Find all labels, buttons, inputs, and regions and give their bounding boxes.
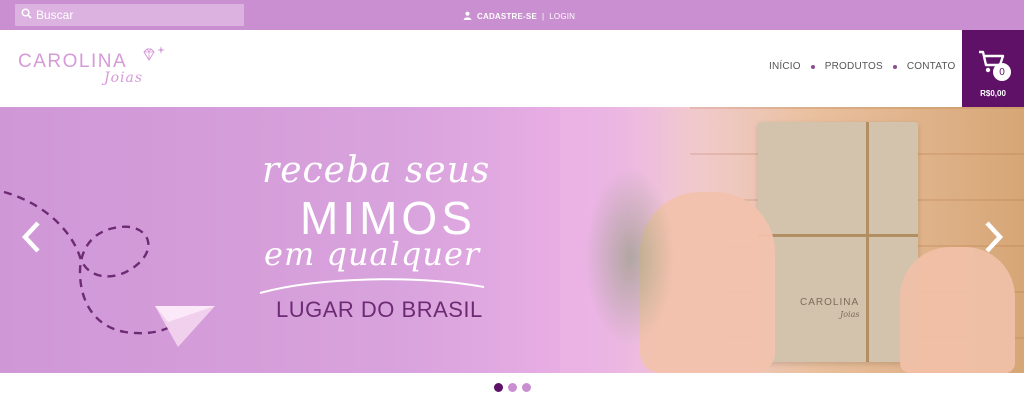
twine-vertical bbox=[866, 122, 869, 362]
headline-underline-swash bbox=[259, 278, 485, 294]
hero-slider[interactable]: CAROLINA Joias receba seus MIMOS em qual… bbox=[0, 107, 1024, 373]
slider-dot-2[interactable] bbox=[508, 383, 517, 392]
headline-line1: receba seus bbox=[262, 150, 491, 191]
slider-dot-3[interactable] bbox=[522, 383, 531, 392]
nav-separator-dot bbox=[892, 64, 897, 69]
nav-separator-dot bbox=[810, 64, 815, 69]
logo-subtitle: Joias bbox=[104, 70, 144, 86]
logo[interactable]: CAROLINA Joias bbox=[16, 42, 168, 98]
nav-item-inicio[interactable]: INÍCIO bbox=[769, 61, 801, 72]
site-header: CAROLINA Joias INÍCIO PRODUTOS CONTATO 0… bbox=[0, 30, 1024, 107]
account-links: CADASTRE-SE | LOGIN bbox=[463, 9, 575, 23]
slider-pagination bbox=[494, 383, 536, 392]
diamond-icon bbox=[143, 48, 155, 61]
chevron-right-icon[interactable] bbox=[981, 220, 1005, 254]
search-icon[interactable] bbox=[21, 6, 32, 24]
headline-line3: em qualquer bbox=[264, 235, 481, 273]
main-nav: INÍCIO PRODUTOS CONTATO bbox=[769, 61, 955, 72]
twine-horizontal bbox=[758, 234, 918, 237]
cart-count-badge: 0 bbox=[993, 63, 1011, 81]
cart-total: R$0,00 bbox=[980, 89, 1006, 98]
top-bar: CADASTRE-SE | LOGIN bbox=[0, 0, 1024, 30]
user-icon bbox=[463, 11, 477, 22]
cart-button[interactable]: 0 R$0,00 bbox=[962, 30, 1024, 107]
nav-item-contato[interactable]: CONTATO bbox=[907, 61, 956, 72]
paper-plane-illustration bbox=[3, 190, 215, 347]
chevron-left-icon[interactable] bbox=[20, 220, 44, 254]
link-separator: | bbox=[541, 11, 545, 21]
headline-line4: LUGAR DO BRASIL bbox=[276, 297, 483, 322]
search-box[interactable] bbox=[15, 4, 244, 26]
plant-decoration bbox=[585, 167, 675, 347]
box-logo-subtitle: Joias bbox=[840, 310, 860, 319]
search-input[interactable] bbox=[36, 8, 236, 22]
signup-link[interactable]: CADASTRE-SE bbox=[477, 12, 537, 21]
nav-item-produtos[interactable]: PRODUTOS bbox=[825, 61, 883, 72]
right-hand bbox=[900, 247, 1015, 373]
box-logo-name: CAROLINA bbox=[800, 297, 860, 308]
gift-box: CAROLINA Joias bbox=[758, 122, 918, 362]
sparkle-icon bbox=[157, 46, 165, 54]
slider-dot-1[interactable] bbox=[494, 383, 503, 392]
login-link[interactable]: LOGIN bbox=[549, 12, 575, 21]
